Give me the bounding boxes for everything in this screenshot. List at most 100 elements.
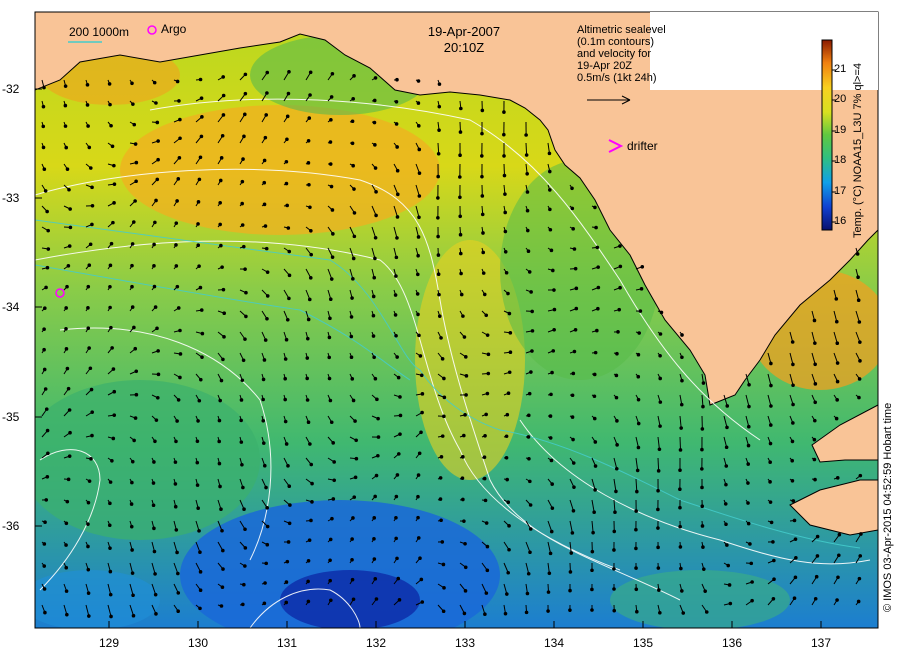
velocity-arrow-head: [45, 209, 49, 214]
velocity-arrow-head: [634, 527, 638, 532]
velocity-arrow-head: [86, 567, 91, 572]
velocity-arrow-head: [552, 288, 556, 292]
velocity-arrow-head: [219, 378, 224, 383]
velocity-arrow-head: [240, 223, 245, 227]
velocity-arrow-head: [265, 91, 269, 95]
velocity-arrow-head: [791, 499, 796, 503]
velocity-arrow-head: [395, 556, 399, 561]
velocity-arrow-head: [305, 376, 309, 381]
velocity-arrow-head: [41, 124, 46, 129]
velocity-arrow-head: [415, 272, 420, 277]
velocity-arrow-head: [196, 243, 201, 248]
velocity-arrow-head: [549, 529, 554, 534]
velocity-arrow-head: [592, 416, 597, 421]
velocity-arrow-head: [372, 275, 377, 280]
legend-box: [650, 12, 878, 90]
velocity-arrow-head: [286, 226, 291, 230]
velocity-arrow-head: [307, 116, 312, 120]
velocity-arrow-head: [306, 161, 311, 165]
velocity-arrow-head: [591, 530, 595, 535]
velocity-arrow-head: [198, 155, 203, 160]
velocity-arrow-head: [701, 545, 705, 549]
velocity-arrow-head: [153, 305, 158, 309]
velocity-arrow-head: [241, 602, 245, 607]
velocity-arrow-head: [618, 264, 623, 269]
velocity-arrow-head: [219, 243, 223, 248]
velocity-arrow-head: [485, 391, 490, 396]
velocity-arrow-head: [658, 376, 663, 381]
velocity-arrow-head: [195, 439, 200, 444]
velocity-arrow-head: [243, 546, 248, 550]
velocity-arrow-head: [723, 502, 728, 506]
velocity-arrow-head: [636, 421, 641, 426]
velocity-arrow-head: [329, 184, 334, 189]
velocity-arrow-head: [87, 145, 92, 150]
velocity-arrow-head: [725, 425, 729, 430]
velocity-arrow-head: [174, 264, 179, 268]
velocity-arrow-head: [174, 221, 179, 225]
velocity-arrow-head: [398, 395, 402, 399]
velocity-arrow-head: [507, 547, 511, 552]
velocity-arrow-head: [437, 104, 442, 109]
velocity-arrow-head: [857, 395, 861, 400]
velocity-arrow-head: [352, 74, 356, 78]
velocity-arrow-head: [635, 489, 639, 494]
velocity-arrow-head: [550, 482, 554, 486]
velocity-arrow-head: [46, 247, 51, 251]
velocity-arrow-head: [287, 296, 291, 301]
velocity-arrow-head: [85, 103, 90, 107]
velocity-arrow-head: [132, 122, 137, 127]
velocity-arrow-head: [724, 445, 729, 450]
velocity-arrow-head: [680, 378, 684, 383]
velocity-arrow-head: [417, 147, 422, 152]
velocity-arrow-head: [86, 591, 91, 595]
velocity-arrow-head: [244, 290, 248, 295]
velocity-arrow-head: [398, 432, 402, 436]
velocity-arrow-head: [747, 382, 751, 387]
velocity-arrow-head: [305, 336, 310, 341]
velocity-arrow-head: [568, 570, 573, 574]
velocity-arrow-head: [678, 545, 683, 549]
velocity-arrow-head: [813, 341, 817, 345]
velocity-arrow-head: [548, 436, 553, 440]
velocity-arrow-head: [175, 550, 179, 555]
velocity-arrow-head: [195, 483, 200, 487]
velocity-arrow-head: [152, 460, 156, 464]
velocity-arrow-head: [219, 604, 224, 608]
velocity-arrow-head: [109, 614, 113, 619]
velocity-arrow-head: [263, 224, 268, 228]
velocity-arrow-head: [283, 419, 288, 424]
velocity-arrow-head: [328, 537, 333, 542]
velocity-arrow-head: [331, 497, 336, 501]
velocity-arrow-head: [261, 377, 266, 382]
velocity-arrow-head: [371, 294, 376, 299]
velocity-arrow-head: [90, 185, 94, 190]
velocity-arrow-head: [506, 391, 511, 396]
velocity-arrow-head: [419, 577, 424, 582]
velocity-arrow-head: [108, 501, 112, 506]
velocity-arrow-head: [437, 128, 441, 132]
velocity-arrow-head: [373, 256, 377, 261]
velocity-arrow-head: [415, 292, 420, 296]
velocity-arrow-head: [351, 163, 355, 168]
velocity-arrow-head: [112, 163, 116, 168]
velocity-arrow-head: [506, 291, 510, 296]
velocity-arrow-head: [240, 462, 244, 467]
velocity-arrow-head: [45, 265, 50, 270]
map-date: 19-Apr-2007: [427, 24, 501, 39]
velocity-arrow-head: [617, 307, 622, 312]
velocity-arrow-head: [548, 188, 552, 192]
velocity-arrow-head: [416, 312, 420, 317]
velocity-arrow-head: [420, 392, 425, 396]
velocity-arrow-head: [154, 198, 158, 203]
velocity-arrow: [657, 457, 660, 471]
velocity-arrow-head: [67, 187, 71, 192]
velocity-arrow-head: [265, 70, 270, 75]
velocity-arrow-head: [681, 611, 686, 615]
velocity-arrow-head: [395, 168, 400, 173]
velocity-arrow-head: [330, 516, 334, 521]
velocity-arrow-head: [218, 178, 223, 183]
velocity-arrow-head: [416, 235, 421, 239]
velocity-arrow-head: [109, 325, 113, 330]
velocity-arrow-head: [550, 506, 555, 510]
